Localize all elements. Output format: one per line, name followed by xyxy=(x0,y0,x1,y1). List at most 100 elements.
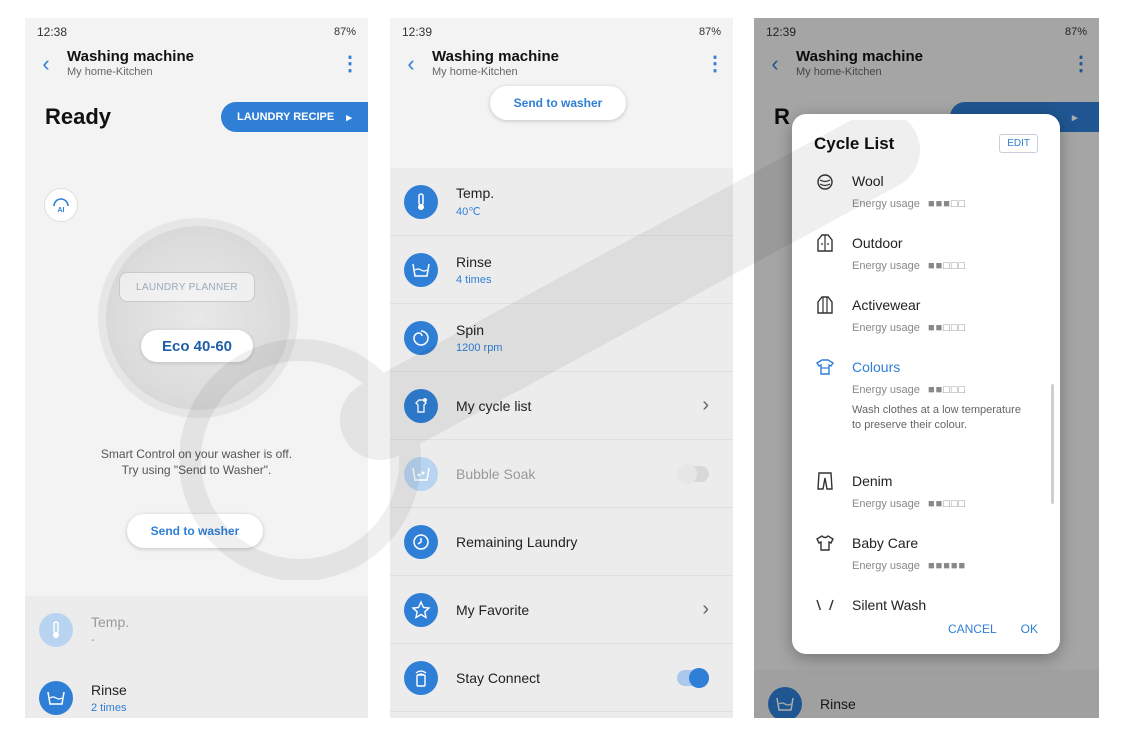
setting-value: 40℃ xyxy=(456,206,481,218)
ai-icon[interactable]: AI xyxy=(44,188,78,222)
energy-dots: ■■□□□ xyxy=(923,384,967,396)
status-time: 12:39 xyxy=(402,25,433,39)
cycle-description: Wash clothes at a low temperature to pre… xyxy=(852,404,1021,431)
thermometer-icon xyxy=(404,184,438,219)
smart-control-line-2: Try using "Send to Washer". xyxy=(121,463,272,477)
dialog-actions: CANCEL OK xyxy=(948,622,1038,636)
washer-drum xyxy=(98,218,298,418)
more-options-icon[interactable]: ⋮ xyxy=(697,46,733,82)
ok-button[interactable]: OK xyxy=(1021,622,1038,636)
washer-screen-settings: 12:39 87% ‹ Washing machine My home-Kitc… xyxy=(390,18,733,718)
chevron-right-icon: › xyxy=(702,394,709,416)
cycle-list-icon xyxy=(404,388,438,423)
smart-control-message: Smart Control on your washer is off. Try… xyxy=(45,446,348,478)
cycle-name: Denim xyxy=(852,473,893,489)
setting-label: Stay Connect xyxy=(456,669,541,686)
laundry-recipe-label: LAUNDRY RECIPE xyxy=(237,111,335,123)
setting-label: My cycle list xyxy=(456,397,532,414)
dialog-scrollbar[interactable] xyxy=(1051,384,1054,504)
energy-label: Energy usage xyxy=(852,322,920,334)
setting-row-remaining-laundry[interactable]: Remaining Laundry xyxy=(390,508,733,576)
energy-dots: ■■■■■ xyxy=(923,560,967,572)
setting-row-spin[interactable]: Spin 1200 rpm xyxy=(390,304,733,372)
app-subtitle: My home-Kitchen xyxy=(67,66,153,78)
app-bar: ‹ Washing machine My home-Kitchen ⋮ xyxy=(25,46,368,88)
status-bar: 12:39 87% xyxy=(390,18,733,46)
outdoor-icon xyxy=(817,234,833,252)
setting-row-stay-connect[interactable]: Stay Connect xyxy=(390,644,733,712)
send-to-washer-button[interactable]: Send to washer xyxy=(490,86,626,120)
colours-icon xyxy=(816,359,834,375)
setting-row-my-favorite[interactable]: My Favorite › xyxy=(390,576,733,644)
energy-usage: Energy usage ■■■■■ xyxy=(852,560,966,572)
current-cycle[interactable]: Eco 40-60 xyxy=(141,330,253,362)
activewear-icon xyxy=(817,296,833,314)
energy-usage: Energy usage ■■□□□ xyxy=(852,498,966,510)
rinse-icon xyxy=(404,252,438,287)
smart-control-line-1: Smart Control on your washer is off. xyxy=(100,447,293,461)
setting-row-bubble-soak[interactable]: Bubble Soak xyxy=(390,440,733,508)
setting-label: Spin xyxy=(456,321,485,338)
bubble-soak-toggle[interactable] xyxy=(677,463,709,484)
setting-row-rinse[interactable]: Rinse 2 times xyxy=(25,664,368,718)
cycle-name: Wool xyxy=(852,173,884,189)
ai-badge-text: AI xyxy=(58,207,65,214)
status-bar: 12:38 87% xyxy=(25,18,368,46)
denim-icon xyxy=(817,472,833,490)
energy-label: Energy usage xyxy=(852,384,920,396)
chevron-right-icon: ▸ xyxy=(346,111,352,124)
setting-row-temp[interactable]: Temp. 40℃ xyxy=(390,168,733,236)
setting-value: 1200 rpm xyxy=(456,341,503,354)
chevron-right-icon: › xyxy=(702,598,709,620)
laundry-recipe-button[interactable]: LAUNDRY RECIPE ▸ xyxy=(221,102,368,132)
settings-list: Temp. 40℃ Rinse 4 times Spin 1200 rpm My… xyxy=(390,168,733,718)
bubble-soak-icon xyxy=(404,456,438,491)
energy-label: Energy usage xyxy=(852,198,920,210)
energy-dots: ■■□□□ xyxy=(923,498,967,510)
setting-label: My Favorite xyxy=(456,601,530,618)
setting-row-temp[interactable]: Temp. - xyxy=(25,596,368,664)
setting-value: - xyxy=(91,634,95,646)
energy-label: Energy usage xyxy=(852,560,920,572)
setting-label: Temp. xyxy=(456,185,495,201)
edit-button[interactable]: EDIT xyxy=(999,134,1038,153)
cycle-list: Wool Energy usage ■■■□□ Outdoor Energy u… xyxy=(792,170,1060,610)
cancel-button[interactable]: CANCEL xyxy=(948,622,997,636)
send-to-washer-button[interactable]: Send to washer xyxy=(127,514,263,548)
energy-label: Energy usage xyxy=(852,498,920,510)
setting-label: Remaining Laundry xyxy=(456,533,578,550)
spin-icon xyxy=(404,320,438,355)
back-icon[interactable]: ‹ xyxy=(390,46,432,82)
setting-label: Temp. xyxy=(91,614,130,630)
laundry-planner-button[interactable]: LAUNDRY PLANNER xyxy=(119,272,255,302)
energy-usage: Energy usage ■■■□□ xyxy=(852,198,966,210)
clock-icon xyxy=(404,524,438,559)
status-time: 12:38 xyxy=(37,25,68,39)
more-options-icon[interactable]: ⋮ xyxy=(332,46,368,82)
energy-usage: Energy usage ■■□□□ xyxy=(852,384,966,396)
setting-row-my-cycle-list[interactable]: My cycle list › xyxy=(390,372,733,440)
energy-dots: ■■■□□ xyxy=(923,198,967,210)
energy-dots: ■■□□□ xyxy=(923,260,967,272)
cycle-name: Baby Care xyxy=(852,535,919,551)
energy-usage: Energy usage ■■□□□ xyxy=(852,260,966,272)
rinse-icon xyxy=(39,681,73,715)
settings-list: Temp. - Rinse 2 times xyxy=(25,596,368,718)
energy-usage: Energy usage ■■□□□ xyxy=(852,322,966,334)
silent-wash-icon xyxy=(816,599,834,610)
setting-value: 4 times xyxy=(456,273,492,286)
app-subtitle: My home-Kitchen xyxy=(432,66,518,78)
cycle-name: Silent Wash xyxy=(852,597,927,610)
stay-connect-toggle[interactable] xyxy=(677,667,709,688)
setting-label: Rinse xyxy=(91,682,127,698)
setting-value: 2 times xyxy=(91,702,127,714)
energy-dots: ■■□□□ xyxy=(923,322,967,334)
thermometer-icon xyxy=(39,613,73,647)
washer-screen-ready: 12:38 87% ‹ Washing machine My home-Kitc… xyxy=(25,18,368,718)
cycle-name: Activewear xyxy=(852,297,921,313)
status-battery: 87% xyxy=(333,26,356,38)
setting-row-rinse[interactable]: Rinse 4 times xyxy=(390,236,733,304)
energy-label: Energy usage xyxy=(852,260,920,272)
wool-icon xyxy=(817,174,833,190)
back-icon[interactable]: ‹ xyxy=(25,46,67,82)
